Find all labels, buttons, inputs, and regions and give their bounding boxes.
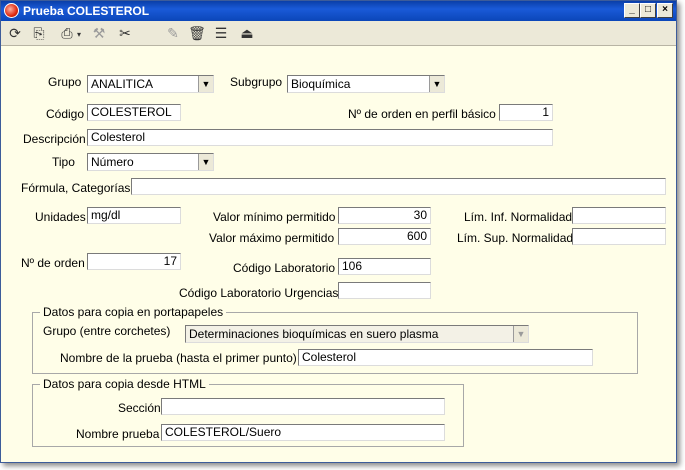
valor-min-input[interactable]: 30 (338, 207, 431, 224)
orden-perfil-label: Nº de orden en perfil básico (348, 107, 496, 121)
portapapeles-nombre-input[interactable]: Colesterol (298, 349, 593, 366)
codigo-input[interactable]: COLESTEROL (87, 104, 181, 121)
portapapeles-grupo-value: Determinaciones bioquímicas en suero pla… (189, 327, 439, 341)
cod-lab-urg-label: Código Laboratorio Urgencias (179, 286, 339, 300)
app-icon[interactable] (4, 3, 19, 18)
valor-max-label: Valor máximo permitido (209, 231, 335, 245)
tipo-value: Número (91, 155, 134, 169)
html-copy-group: Datos para copia desde HTML Sección Nomb… (32, 377, 464, 447)
window-title: Prueba COLESTEROL (23, 4, 150, 18)
portapapeles-grupo-select[interactable]: Determinaciones bioquímicas en suero pla… (185, 325, 529, 343)
edit-icon[interactable]: ✎ (163, 23, 183, 43)
portapapeles-nombre-label: Nombre de la prueba (hasta el primer pun… (60, 351, 297, 365)
descripcion-input[interactable]: Colesterol (87, 129, 553, 146)
grupo-label: Grupo (48, 75, 82, 89)
chevron-down-icon[interactable]: ▼ (429, 76, 444, 92)
valor-max-input[interactable]: 600 (338, 228, 431, 245)
lim-sup-input[interactable] (572, 228, 666, 245)
cod-lab-input[interactable]: 106 (338, 258, 431, 275)
tools-icon[interactable]: ✂ (115, 23, 135, 43)
seccion-input[interactable] (161, 398, 445, 415)
chevron-down-icon[interactable]: ▼ (513, 326, 528, 342)
grupo-select[interactable]: ANALITICA ▼ (87, 75, 214, 93)
html-copy-title: Datos para copia desde HTML (40, 377, 209, 391)
maximize-button[interactable]: □ (640, 3, 656, 18)
copy-icon[interactable]: ⎘ (29, 23, 49, 43)
chevron-down-icon[interactable]: ▼ (198, 154, 213, 170)
formula-input[interactable] (131, 178, 666, 195)
window: Prueba COLESTEROL _ □ × ⟳ ⎘ ⎙ ⚒ ✂ ✎ 🗑 ☰ … (0, 0, 677, 463)
formula-label: Fórmula, Categorías (21, 181, 131, 195)
subgrupo-select[interactable]: Bioquímica ▼ (287, 75, 445, 93)
exit-icon[interactable]: ⏏ (237, 23, 257, 43)
paint-icon[interactable]: ⚒ (89, 23, 109, 43)
nombre-prueba-input[interactable]: COLESTEROL/Suero (161, 424, 445, 441)
grupo-value: ANALITICA (91, 77, 154, 91)
title-bar[interactable]: Prueba COLESTEROL _ □ × (1, 1, 676, 21)
orden-input[interactable]: 17 (87, 253, 181, 270)
lim-inf-label: Lím. Inf. Normalidad (464, 210, 573, 224)
unidades-input[interactable]: mg/dl (87, 207, 181, 224)
chevron-down-icon[interactable]: ▼ (198, 76, 213, 92)
portapapeles-grupo-label: Grupo (entre corchetes) (43, 324, 171, 338)
seccion-label: Sección (118, 401, 161, 415)
print-icon[interactable]: ⎙ (57, 23, 81, 45)
descripcion-label: Descripción (23, 132, 86, 146)
trash-icon[interactable]: 🗑 (187, 23, 207, 43)
cod-lab-label: Código Laboratorio (233, 261, 336, 275)
unidades-label: Unidades (35, 210, 86, 224)
tipo-label: Tipo (52, 155, 75, 169)
portapapeles-group: Datos para copia en portapapeles Grupo (… (32, 305, 638, 374)
list-icon[interactable]: ☰ (211, 23, 231, 43)
subgrupo-label: Subgrupo (230, 75, 283, 89)
subgrupo-value: Bioquímica (291, 77, 351, 91)
toolbar: ⟳ ⎘ ⎙ ⚒ ✂ ✎ 🗑 ☰ ⏏ (1, 21, 676, 46)
nombre-prueba-label: Nombre prueba (76, 427, 160, 441)
close-button[interactable]: × (657, 3, 673, 18)
cod-lab-urg-input[interactable] (338, 282, 431, 299)
lim-sup-label: Lím. Sup. Normalidad (457, 231, 574, 245)
minimize-button[interactable]: _ (624, 3, 640, 18)
tipo-select[interactable]: Número ▼ (87, 153, 214, 171)
orden-perfil-input[interactable]: 1 (499, 104, 553, 121)
orden-label: Nº de orden (21, 256, 85, 270)
lim-inf-input[interactable] (572, 207, 666, 224)
codigo-label: Código (46, 107, 85, 121)
portapapeles-title: Datos para copia en portapapeles (40, 305, 227, 319)
refresh-icon[interactable]: ⟳ (5, 23, 25, 43)
valor-min-label: Valor mínimo permitido (213, 210, 336, 224)
